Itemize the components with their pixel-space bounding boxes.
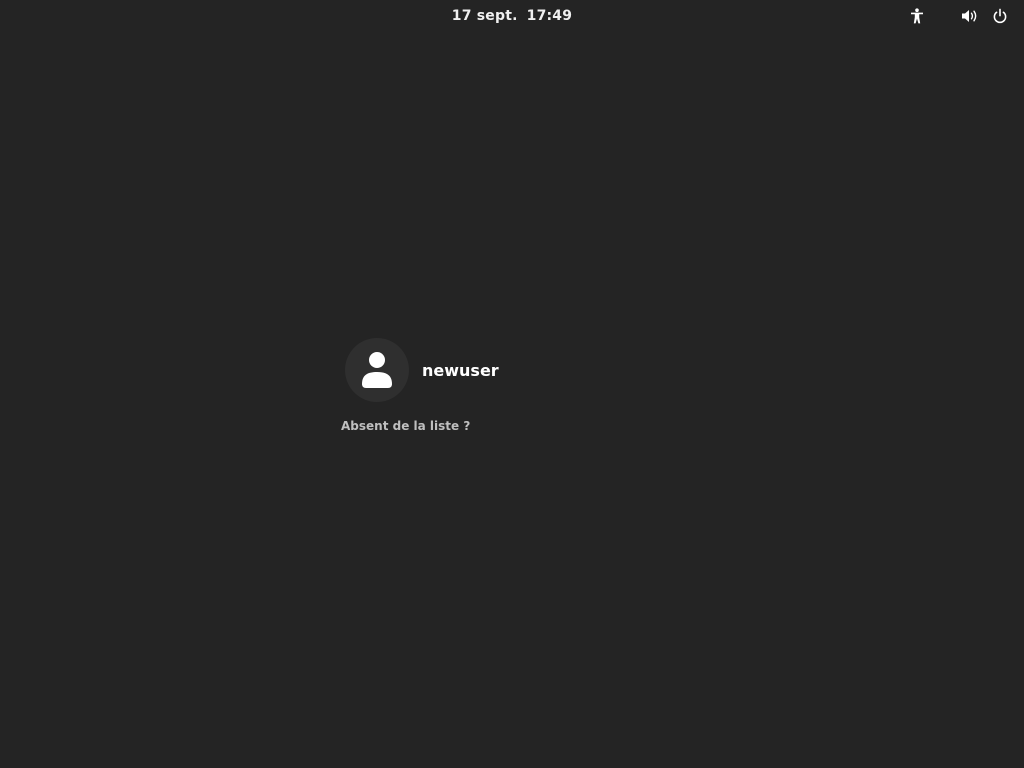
accessibility-icon [911,8,923,24]
login-screen: 17 sept. 17:49 newuser Absent de la list… [0,0,1024,768]
clock-container: 17 sept. 17:49 [0,0,1024,32]
avatar [345,338,409,402]
date-time-button[interactable]: 17 sept. 17:49 [442,4,582,28]
system-status-menu[interactable] [958,4,1012,28]
volume-icon [962,10,977,22]
user-list-item[interactable]: newuser [340,337,515,403]
accessibility-menu [905,4,929,28]
user-name: newuser [422,360,499,380]
date-label: 17 sept. [451,8,518,24]
accessibility-button[interactable] [905,4,929,28]
not-listed-link[interactable]: Absent de la liste ? [341,419,470,433]
volume-button[interactable] [958,4,982,28]
login-dialog: newuser Absent de la liste ? [340,337,684,434]
avatar-person-icon [362,352,392,388]
power-icon [993,8,1007,24]
top-bar: 17 sept. 17:49 [0,0,1024,32]
power-button[interactable] [988,4,1012,28]
time-label: 17:49 [526,8,573,24]
